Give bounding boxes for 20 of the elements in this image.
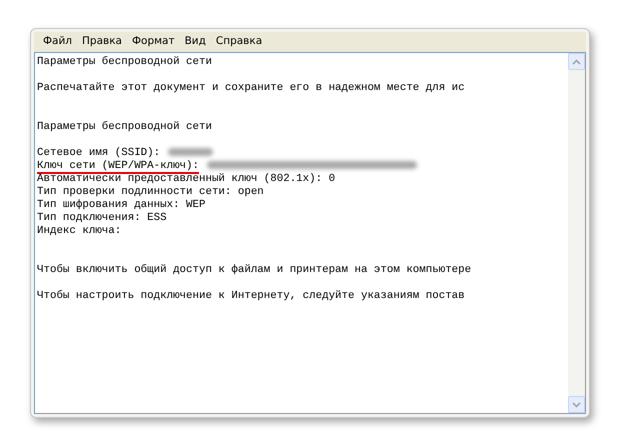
text-line: Сетевое имя (SSID):	[37, 147, 160, 159]
text-line: Ключ сети (WEP/WPA-ключ):	[37, 161, 199, 174]
menu-item[interactable]: Правка	[77, 34, 127, 50]
text-line: Параметры беспроводной сети	[37, 56, 212, 68]
scroll-up-button[interactable]	[568, 53, 585, 70]
text-line: Параметры беспроводной сети	[37, 121, 212, 133]
scrollbar[interactable]	[568, 53, 585, 413]
text-line: Тип подключения: ESS	[37, 212, 167, 224]
menu-item[interactable]: Файл	[38, 34, 78, 50]
menu-item[interactable]: Формат	[126, 34, 180, 50]
text-line: Распечатайте этот документ и сохраните его в надежном месте для ис	[37, 82, 465, 94]
menu-item[interactable]: Вид	[180, 34, 211, 50]
text-line: Индекс ключа:	[37, 225, 122, 237]
text-line: Тип шифрования данных: WEP	[37, 199, 206, 211]
text-line: Чтобы настроить подключение к Интернету, следуйте указаниям постав	[37, 290, 465, 302]
text-line: Автоматически предоставленный ключ (802.1x): 0	[37, 173, 336, 185]
text-line: Тип проверки подлинности сети: open	[37, 186, 264, 198]
scroll-down-button[interactable]	[568, 396, 585, 413]
text-line: Чтобы включить общий доступ к файлам и принтерам на этом компьютере	[37, 264, 472, 276]
menu-item[interactable]: Справка	[210, 34, 268, 50]
